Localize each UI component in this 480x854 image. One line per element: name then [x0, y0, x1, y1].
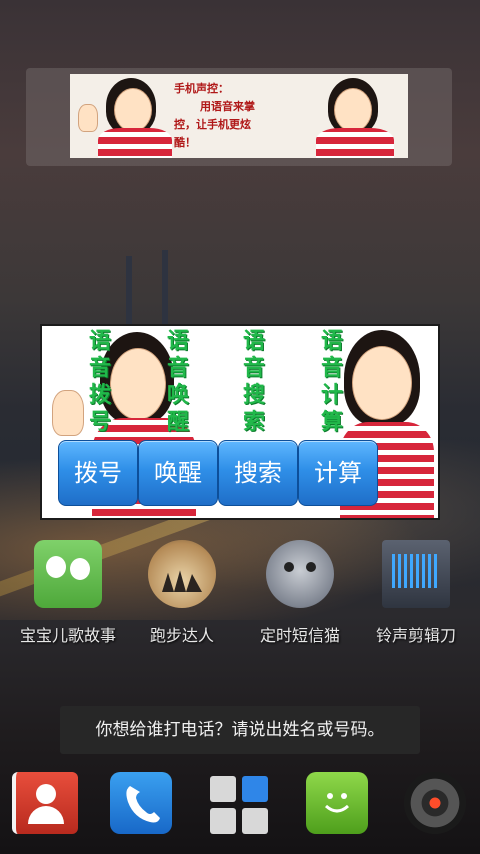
banner-line: 酷！: [174, 136, 196, 149]
column-char: 计: [320, 383, 343, 408]
column-search: 语 音 搜 索: [240, 328, 268, 436]
app-label: 铃声剪辑刀: [375, 626, 456, 645]
app-label: 宝宝儿歌故事: [19, 626, 116, 645]
running-icon: [148, 540, 216, 608]
column-char: 语: [242, 329, 265, 354]
banner-line: 控，让手机更炫: [174, 118, 251, 131]
phone-icon[interactable]: [110, 772, 172, 834]
voice-prompt-toast: 你想给谁打电话？请说出姓名或号码。: [60, 706, 420, 754]
column-char: 唤: [166, 383, 189, 408]
search-button[interactable]: 搜索: [218, 440, 298, 506]
column-char: 拨: [88, 383, 111, 408]
calculate-button[interactable]: 计算: [298, 440, 378, 506]
column-char: 语: [88, 329, 111, 354]
column-char: 醒: [166, 410, 189, 435]
column-char: 语: [320, 329, 343, 354]
command-columns: 语 音 拨 号 语 音 唤 醒 语 音 搜 索 语 音 计 算: [76, 328, 366, 448]
app-label: 定时短信猫: [259, 626, 340, 645]
banner-line: 用语音来掌: [200, 100, 255, 113]
column-calc: 语 音 计 算: [318, 328, 346, 436]
column-char: 语: [166, 329, 189, 354]
column-char: 算: [320, 410, 343, 435]
app-kids-songs[interactable]: 宝宝儿歌故事: [8, 540, 128, 646]
column-char: 音: [166, 356, 189, 381]
sms-cat-icon: [266, 540, 334, 608]
app-label: 跑步达人: [149, 626, 214, 645]
wake-button[interactable]: 唤醒: [138, 440, 218, 506]
app-running[interactable]: 跑步达人: [122, 540, 242, 646]
column-char: 索: [242, 410, 265, 435]
column-char: 搜: [242, 383, 265, 408]
app-sms-cat[interactable]: 定时短信猫: [240, 540, 360, 646]
column-wake: 语 音 唤 醒: [164, 328, 192, 436]
voice-command-widget: 语 音 拨 号 语 音 唤 醒 语 音 搜 索 语 音 计 算 拨号 唤醒 搜索…: [40, 324, 440, 520]
voice-control-banner-widget[interactable]: 手机声控： 用语音来掌 控，让手机更炫 酷！: [26, 68, 452, 166]
contacts-icon[interactable]: [12, 772, 78, 834]
banner-line: 手机声控：: [174, 82, 229, 95]
app-ringtone-cutter[interactable]: 铃声剪辑刀: [356, 540, 476, 646]
app-drawer-icon[interactable]: [208, 772, 270, 834]
banner-image: 手机声控： 用语音来掌 控，让手机更炫 酷！: [70, 74, 408, 158]
column-dial: 语 音 拨 号: [86, 328, 114, 436]
column-char: 音: [88, 356, 111, 381]
column-char: 音: [320, 356, 343, 381]
column-char: 号: [88, 410, 111, 435]
ringtone-cutter-icon: [382, 540, 450, 608]
camera-icon[interactable]: [404, 772, 466, 834]
banner-text: 手机声控： 用语音来掌 控，让手机更炫 酷！: [174, 80, 324, 152]
dial-button[interactable]: 拨号: [58, 440, 138, 506]
column-char: 音: [242, 356, 265, 381]
messaging-icon[interactable]: [306, 772, 368, 834]
kids-songs-icon: [34, 540, 102, 608]
